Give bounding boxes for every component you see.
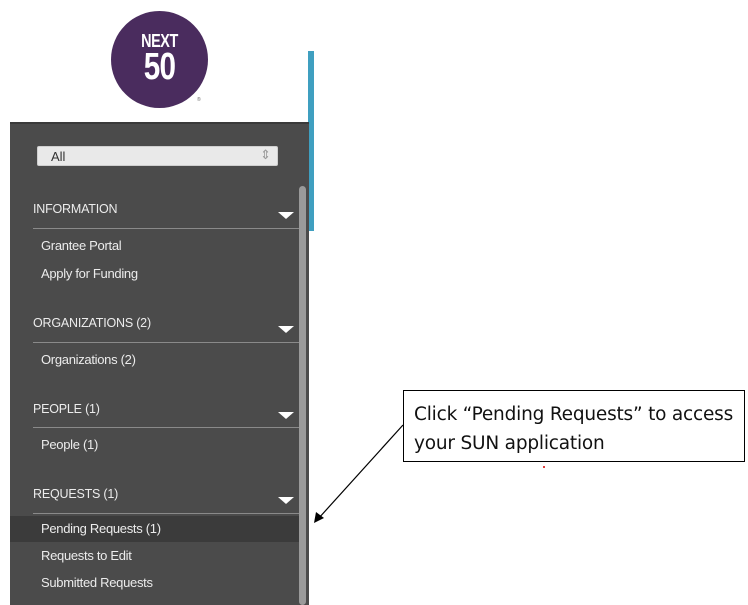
stray-dot (543, 466, 545, 468)
callout-arrow (314, 424, 404, 523)
